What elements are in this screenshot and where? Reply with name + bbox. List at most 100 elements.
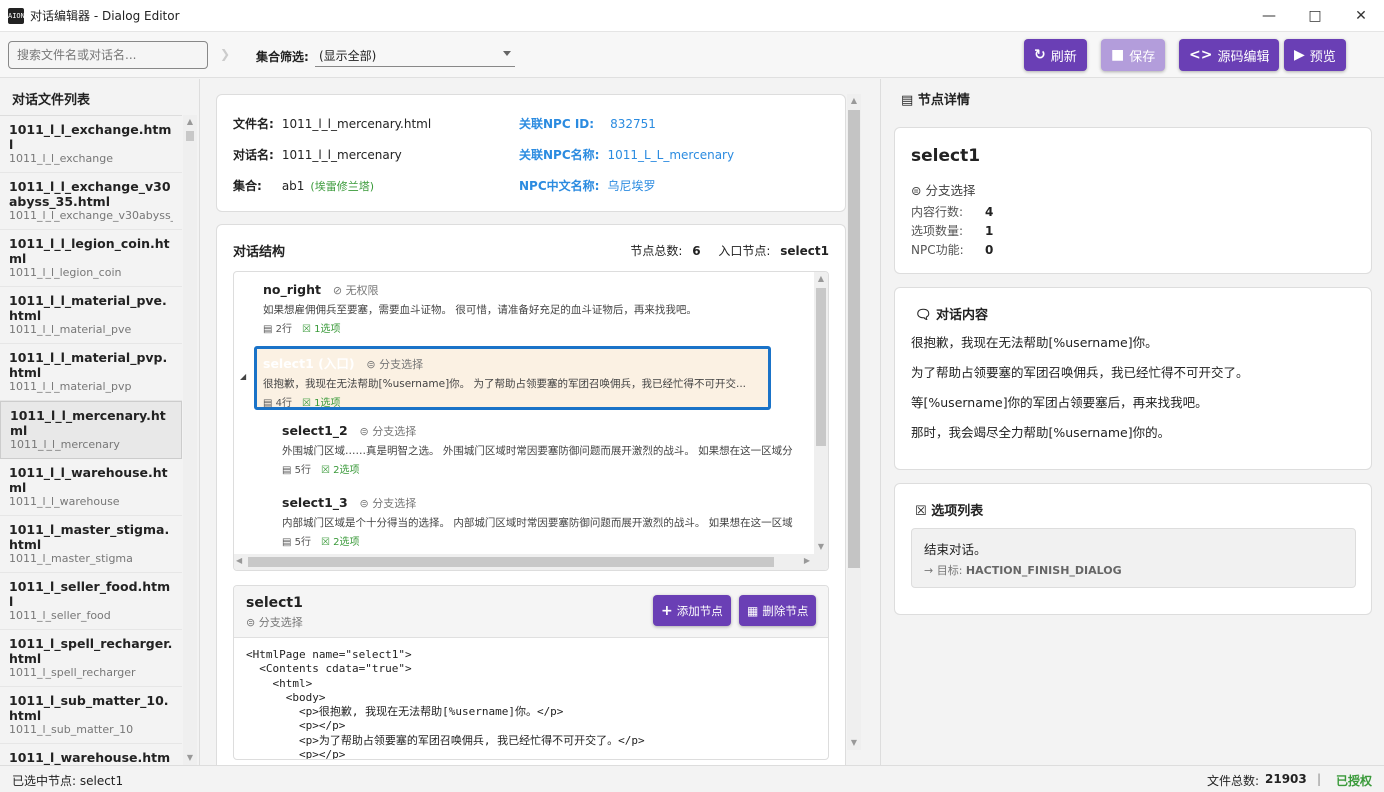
option-icon: ☒ [302,324,311,335]
scroll-down-icon[interactable]: ▼ [814,540,828,554]
set-note: (埃雷修兰塔) [310,180,375,193]
tree-horizontal-scrollbar[interactable]: ◀ ▶ [234,554,828,570]
file-item-selected[interactable]: 1011_l_l_mercenary.html 1011_l_l_mercenar… [0,401,182,459]
window-title: 对话编辑器 - Dialog Editor [30,9,180,23]
option-icon: ☒ [321,537,330,548]
file-item[interactable]: 1011_l_master_stigma.html 1011_l_master_s… [0,516,182,573]
node-lines: 5行 [294,465,312,476]
delete-node-label: 删除节点 [762,603,809,618]
add-node-label: 添加节点 [676,603,723,618]
node-tag: 分支选择 [372,425,417,438]
tree-node-selected[interactable]: select1 (入口) ⊜ 分支选择 很抱歉，我现在无法帮助[%usernam… [254,346,771,410]
file-item[interactable]: 1011_l_seller_food.html 1011_l_seller_foo… [0,573,182,630]
branch-icon: ⊜ [359,425,369,438]
speech-bubble-icon: 🗨 [915,308,932,323]
scroll-up-icon[interactable]: ▲ [183,115,197,129]
scroll-up-icon[interactable]: ▲ [847,94,861,108]
scroll-right-icon[interactable]: ▶ [804,556,810,565]
minimize-button[interactable]: — [1246,0,1292,32]
option-count-value: 1 [985,224,994,238]
file-item[interactable]: 1011_l_spell_recharger.html 1011_l_spell_… [0,630,182,687]
shuffle-icon: ☒ [915,504,927,519]
file-name: 1011_l_l_exchange_v30abyss_35.html [9,179,171,209]
file-name: 1011_l_warehouse.html [9,750,171,765]
code-view[interactable]: <HtmlPage name="select1"> <Contents cdat… [234,638,828,759]
tree-vertical-scrollbar[interactable]: ▲ ▼ [814,272,828,554]
scrollbar-thumb[interactable] [848,110,860,568]
scrollbar-thumb[interactable] [248,557,774,567]
file-sub: 1011_l_l_material_pvp [9,380,132,393]
file-name: 1011_l_l_mercenary.html [10,408,166,438]
npc-cn-value[interactable]: 乌尼埃罗 [607,179,655,193]
tree-node[interactable]: select1_2 ⊜ 分支选择 外围城门区域……真是明智之选。 外围城门区域时… [282,423,812,476]
file-list-scrollbar[interactable]: ▲ ▼ [183,115,197,765]
file-name: 1011_l_seller_food.html [9,579,171,609]
node-name: select1_3 [282,495,348,510]
node-desc: 外围城门区域……真是明智之选。 外围城门区域时常因要塞防御问题而展开激烈的战斗。… [282,445,793,457]
file-sub: 1011_l_spell_recharger [9,666,136,679]
node-lines: 4行 [275,398,293,409]
close-button[interactable]: ✕ [1338,0,1384,32]
npc-func-value: 0 [985,243,994,257]
source-edit-button[interactable]: <> 源码编辑 [1179,39,1280,71]
file-item[interactable]: 1011_l_l_material_pve.html 1011_l_l_mater… [0,287,182,344]
delete-node-button[interactable]: ▦ 删除节点 [739,595,817,626]
option-text: 结束对话。 [924,542,987,557]
node-options: 2选项 [333,537,360,548]
entry-value: select1 [780,244,829,258]
node-desc: 很抱歉，我现在无法帮助[%username]你。 为了帮助占领要塞的军团召唤佣兵… [263,378,747,390]
preview-label: 预览 [1309,49,1336,65]
file-item[interactable]: 1011_l_warehouse.html1011_l_warehouse [0,744,182,765]
expand-arrow-icon[interactable]: ◢ [240,372,246,381]
option-icon: ☒ [302,398,311,409]
maximize-button[interactable]: □ [1292,0,1338,32]
file-name: 1011_l_l_warehouse.html [9,465,168,495]
file-item[interactable]: 1011_l_sub_matter_10.html 1011_l_sub_matt… [0,687,182,744]
scrollbar-thumb[interactable] [816,288,826,446]
total-value: 6 [692,244,701,258]
refresh-button[interactable]: ↻ 刷新 [1024,39,1087,71]
options-title: 选项列表 [931,504,984,519]
npc-name-value[interactable]: 1011_L_L_mercenary [607,148,734,162]
dialog-content-card: 🗨 对话内容 很抱歉，我现在无法帮助[%username]你。 为了帮助占领要塞… [894,287,1372,470]
npc-id-value[interactable]: 832751 [610,117,656,131]
code-icon: <> [1189,47,1213,63]
tree-node[interactable]: select1_3 ⊜ 分支选择 内部城门区域是个十分得当的选择。 内部城门区域… [282,495,812,548]
save-button[interactable]: ■ 保存 [1101,39,1166,71]
lines-icon: ▤ [282,465,292,476]
preview-button[interactable]: ▶ 预览 [1284,39,1346,71]
file-total-value: 21903 [1265,772,1307,786]
option-target-label: → 目标: [924,564,963,577]
node-editor: select1 ⊜ 分支选择 + 添加节点 ▦ 删除节点 <HtmlPage nam… [233,585,829,760]
file-item[interactable]: 1011_l_l_warehouse.html 1011_l_l_warehous… [0,459,182,516]
file-sub: 1011_l_l_mercenary [10,438,120,451]
scrollbar-thumb[interactable] [186,131,194,141]
scroll-down-icon[interactable]: ▼ [847,736,861,750]
center-scrollbar[interactable]: ▲ ▼ [847,94,861,750]
scroll-down-icon[interactable]: ▼ [183,751,197,765]
content-lines-value: 4 [985,205,994,219]
no-permission-icon: ⊘ [332,284,343,297]
node-tag: 分支选择 [372,497,417,510]
editor-node-title: select1 [246,595,303,611]
file-item[interactable]: 1011_l_l_exchange_v30abyss_35.html 1011_l… [0,173,182,230]
scroll-up-icon[interactable]: ▲ [814,272,828,286]
lines-icon: ▤ [263,398,273,409]
file-sub: 1011_l_master_stigma [9,552,133,565]
collection-filter-select[interactable]: (显示全部) [315,41,515,67]
file-item[interactable]: 1011_l_l_exchange.html 1011_l_l_exchange [0,116,182,173]
add-node-button[interactable]: + 添加节点 [653,595,731,626]
tree-node[interactable]: no_right ⊘ 无权限 如果想雇佣佣兵至要塞，需要血斗证物。 很可惜，请准… [263,282,813,335]
filename-value: 1011_l_l_mercenary.html [281,117,432,131]
node-tag: 无权限 [345,284,379,297]
play-icon: ▶ [1294,47,1305,63]
search-input[interactable] [8,41,208,69]
file-sub: 1011_l_l_exchange_v30abyss_35 [9,209,173,222]
details-title: 节点详情 [917,93,970,108]
option-item[interactable]: 结束对话。 → 目标: HACTION_FINISH_DIALOG [911,528,1356,588]
file-item[interactable]: 1011_l_l_legion_coin.html 1011_l_l_legion… [0,230,182,287]
refresh-label: 刷新 [1050,49,1077,65]
scroll-left-icon[interactable]: ◀ [236,556,242,565]
file-item[interactable]: 1011_l_l_material_pvp.html 1011_l_l_mater… [0,344,182,401]
file-name: 1011_l_l_exchange.html [9,122,172,152]
